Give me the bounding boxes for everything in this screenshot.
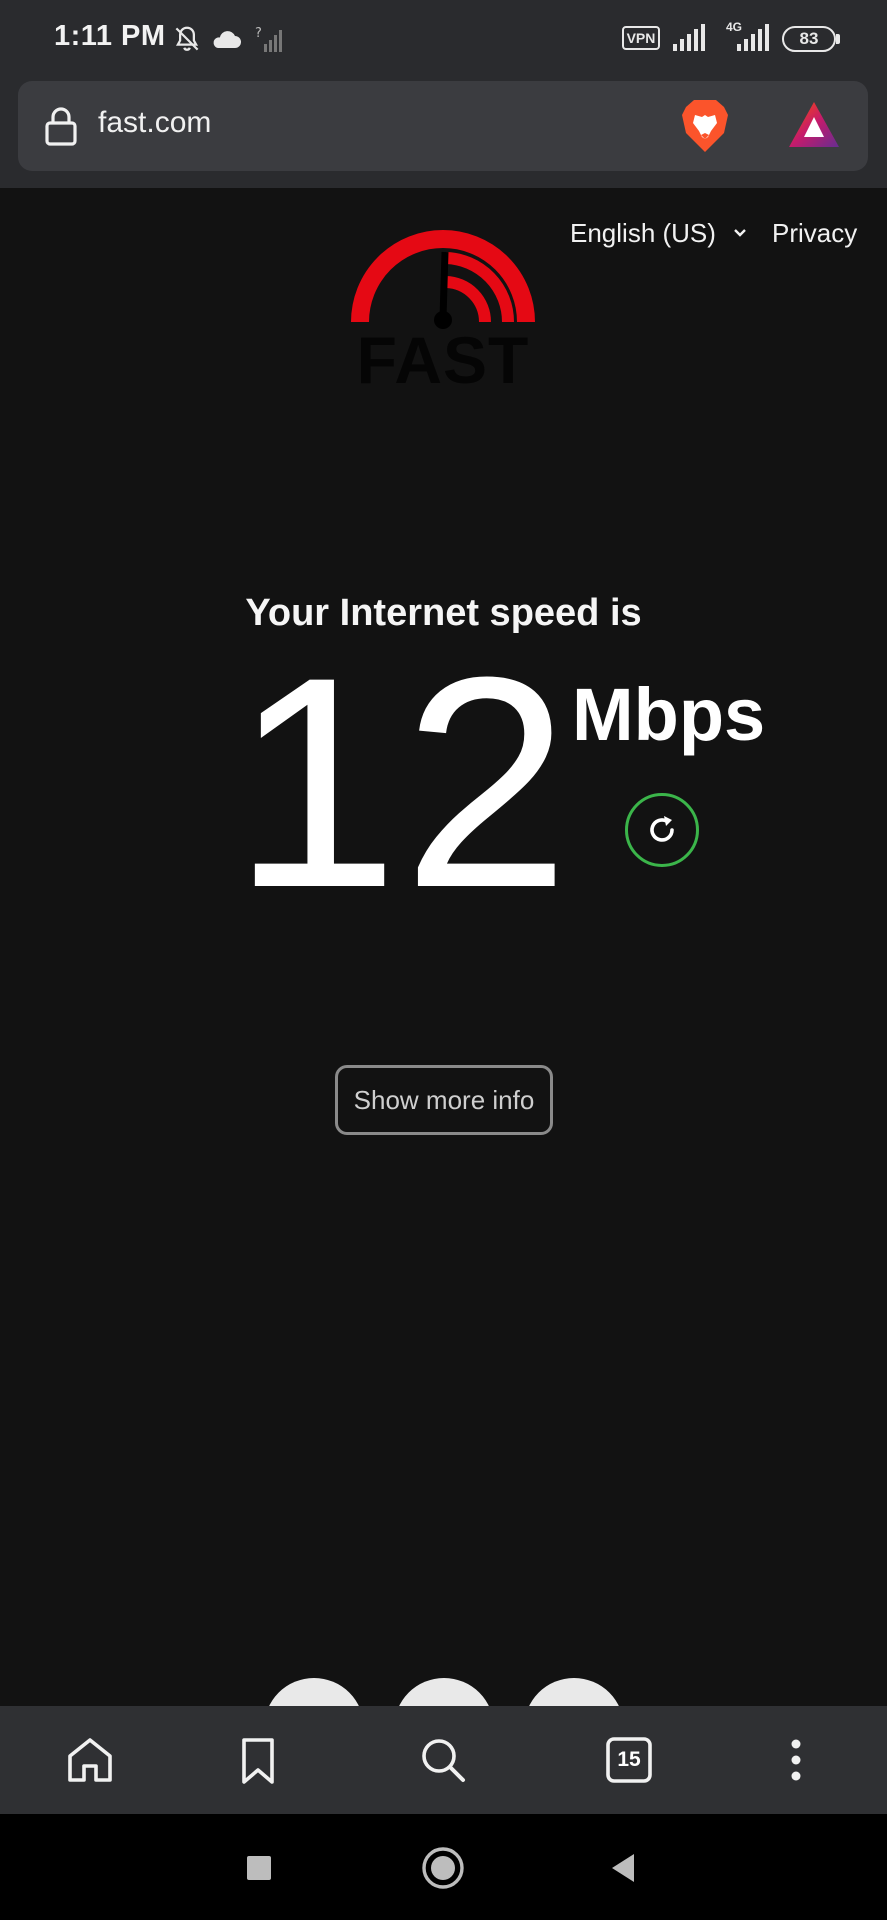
language-label: English (US)	[570, 218, 716, 248]
no-signal-icon: ?	[255, 26, 282, 52]
language-select[interactable]: English (US)	[570, 218, 747, 249]
logo-text: FAST	[356, 323, 530, 397]
brave-rewards-icon[interactable]	[786, 99, 842, 151]
brave-shields-icon[interactable]	[678, 97, 732, 155]
speed-value: 12	[232, 614, 574, 950]
system-nav-bar	[0, 1814, 887, 1920]
status-bar: 1:11 PM ? VPN 4G 83	[0, 0, 887, 78]
screen: 1:11 PM ? VPN 4G 83 fast.com English (US…	[0, 0, 887, 1920]
lock-icon[interactable]	[44, 105, 78, 147]
back-icon	[612, 1854, 634, 1882]
back-button[interactable]	[600, 1844, 648, 1892]
show-more-info-button[interactable]: Show more info	[335, 1065, 553, 1135]
mute-bell-icon	[175, 26, 199, 51]
svg-text:?: ?	[255, 26, 262, 41]
refresh-icon	[650, 816, 674, 842]
home-nav-icon	[422, 1847, 464, 1889]
tab-count: 15	[617, 1748, 641, 1771]
browser-bottom-toolbar: 15	[0, 1706, 887, 1814]
signal-icon	[673, 24, 705, 51]
vpn-icon: VPN	[622, 26, 660, 50]
chevron-down-icon	[734, 229, 747, 237]
refresh-button[interactable]	[625, 793, 699, 867]
tabs-button[interactable]: 15	[597, 1728, 661, 1792]
recents-button[interactable]	[235, 1844, 283, 1892]
home-icon	[68, 1738, 112, 1782]
url-bar[interactable]: fast.com	[18, 81, 868, 171]
url-text[interactable]: fast.com	[98, 106, 211, 140]
speed-unit: Mbps	[572, 673, 766, 756]
battery-tip	[836, 34, 840, 44]
browser-top-bar: fast.com	[0, 78, 887, 188]
home-nav-button[interactable]	[419, 1844, 467, 1892]
search-icon	[422, 1739, 465, 1782]
speedometer-icon	[351, 230, 535, 329]
signal-4g-icon	[737, 24, 769, 51]
vpn-label: VPN	[626, 30, 656, 46]
home-button[interactable]	[58, 1728, 122, 1792]
more-menu-icon	[791, 1739, 801, 1781]
cloud-icon	[213, 31, 241, 48]
search-button[interactable]	[411, 1728, 475, 1792]
battery-icon: 83	[782, 26, 836, 52]
status-time: 1:11 PM	[54, 20, 166, 52]
bookmark-button[interactable]	[226, 1728, 290, 1792]
fast-logo: FAST	[350, 218, 536, 397]
privacy-link[interactable]: Privacy	[772, 218, 857, 249]
recents-icon	[247, 1856, 271, 1880]
bookmark-icon	[242, 1738, 274, 1784]
battery-level: 83	[799, 29, 819, 48]
more-menu-button[interactable]	[764, 1728, 828, 1792]
